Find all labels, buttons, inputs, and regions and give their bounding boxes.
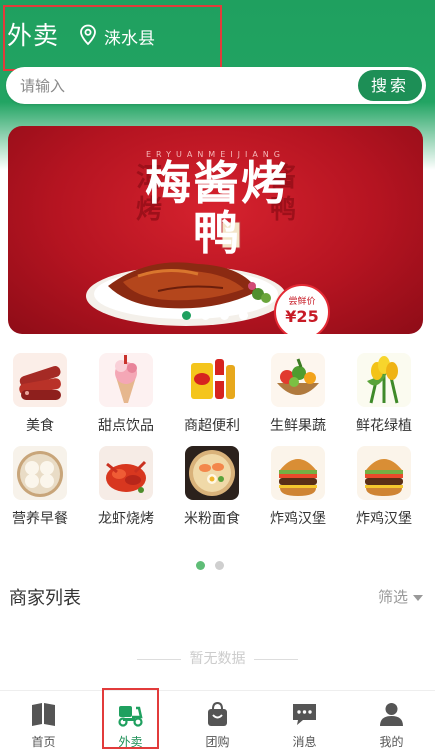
category-label: 米粉面食 bbox=[184, 511, 240, 527]
category-label: 龙虾烧烤 bbox=[98, 511, 154, 527]
empty-text: 暂无数据 bbox=[189, 651, 246, 667]
divider bbox=[137, 658, 182, 660]
caret-down-icon bbox=[413, 594, 423, 601]
tab-label: 首页 bbox=[31, 735, 56, 749]
crayfish-icon bbox=[99, 446, 153, 500]
sausage-icon bbox=[13, 353, 67, 407]
fruit-basket-icon bbox=[271, 353, 325, 407]
merchant-list-title: 商家列表 bbox=[9, 588, 81, 609]
category-pager-dot[interactable] bbox=[196, 561, 205, 570]
category-label: 甜点饮品 bbox=[98, 418, 154, 434]
price-value: ¥25 bbox=[285, 307, 319, 326]
page-title: 外卖 bbox=[7, 21, 60, 50]
noodle-bowl-icon bbox=[185, 446, 239, 500]
category-fried-chicken-burger[interactable]: 炸鸡汉堡 bbox=[258, 446, 338, 536]
tab-label: 外卖 bbox=[118, 735, 143, 749]
tab-takeout[interactable]: 外卖 bbox=[87, 691, 174, 749]
search-bar: 搜索 bbox=[6, 67, 426, 104]
category-label: 营养早餐 bbox=[12, 511, 68, 527]
tulip-icon bbox=[357, 353, 411, 407]
tab-profile[interactable]: 我的 bbox=[348, 691, 435, 749]
location-selector[interactable]: 涞水县 bbox=[104, 24, 155, 49]
category-label: 商超便利 bbox=[184, 418, 240, 434]
price-label: 尝鲜价 bbox=[288, 297, 316, 307]
header: 外卖 涞水县 bbox=[0, 0, 435, 70]
snacks-icon bbox=[185, 353, 239, 407]
dumpling-icon bbox=[13, 446, 67, 500]
category-pager-dot[interactable] bbox=[215, 561, 224, 570]
category-noodles[interactable]: 米粉面食 bbox=[172, 446, 252, 536]
category-breakfast[interactable]: 营养早餐 bbox=[0, 446, 80, 536]
tab-label: 消息 bbox=[292, 735, 317, 749]
shopping-bag-icon bbox=[208, 702, 227, 726]
category-flowers[interactable]: 鲜花绿植 bbox=[344, 353, 424, 443]
tab-label: 我的 bbox=[379, 735, 404, 749]
filter-button[interactable]: 筛选 bbox=[378, 586, 423, 607]
category-food[interactable]: 美食 bbox=[0, 353, 80, 443]
empty-state: 暂无数据 bbox=[0, 648, 435, 668]
banner-dots bbox=[180, 311, 250, 321]
filter-label: 筛选 bbox=[377, 588, 408, 606]
page: 外卖 涞水县 搜索 洱 烤 酱 鸭 bbox=[0, 0, 435, 749]
tab-home[interactable]: 首页 bbox=[0, 691, 87, 749]
book-home-icon bbox=[32, 703, 55, 726]
user-icon bbox=[380, 703, 403, 726]
burger-icon bbox=[271, 446, 325, 500]
location-pin-icon[interactable] bbox=[79, 24, 97, 46]
burger-icon bbox=[357, 446, 411, 500]
category-crayfish-bbq[interactable]: 龙虾烧烤 bbox=[86, 446, 166, 536]
banner-title: 梅酱烤鸭 bbox=[145, 156, 289, 260]
category-label: 鲜花绿植 bbox=[356, 418, 412, 434]
category-label: 炸鸡汉堡 bbox=[270, 511, 326, 527]
category-label: 生鲜果蔬 bbox=[270, 418, 326, 434]
bottom-tab-bar: 首页 外卖 团购 消息 我的 bbox=[0, 690, 435, 749]
search-button[interactable]: 搜索 bbox=[358, 70, 422, 101]
tab-messages[interactable]: 消息 bbox=[261, 691, 348, 749]
banner-dot[interactable] bbox=[239, 311, 248, 320]
banner-dot[interactable] bbox=[182, 311, 191, 320]
tab-group-buy[interactable]: 团购 bbox=[174, 691, 261, 749]
price-badge: 尝鲜价 ¥25 bbox=[274, 284, 330, 334]
category-label: 美食 bbox=[26, 418, 54, 434]
banner-dot[interactable] bbox=[201, 311, 210, 320]
scooter-icon bbox=[118, 706, 143, 727]
category-supermarket[interactable]: 商超便利 bbox=[172, 353, 252, 443]
category-fried-chicken-burger-2[interactable]: 炸鸡汉堡 bbox=[344, 446, 424, 536]
banner-dot[interactable] bbox=[220, 311, 229, 320]
chat-bubble-icon bbox=[293, 704, 316, 725]
ice-cream-icon bbox=[99, 353, 153, 407]
category-fresh-produce[interactable]: 生鲜果蔬 bbox=[258, 353, 338, 443]
category-desserts-drinks[interactable]: 甜点饮品 bbox=[86, 353, 166, 443]
category-label: 炸鸡汉堡 bbox=[356, 511, 412, 527]
search-input[interactable] bbox=[20, 67, 340, 104]
tab-label: 团购 bbox=[205, 735, 230, 749]
divider bbox=[253, 658, 298, 660]
promo-banner[interactable]: 洱 烤 酱 鸭 ERYUANMEIJIANG 梅酱烤鸭 尝鲜价 ¥25 bbox=[8, 126, 423, 334]
